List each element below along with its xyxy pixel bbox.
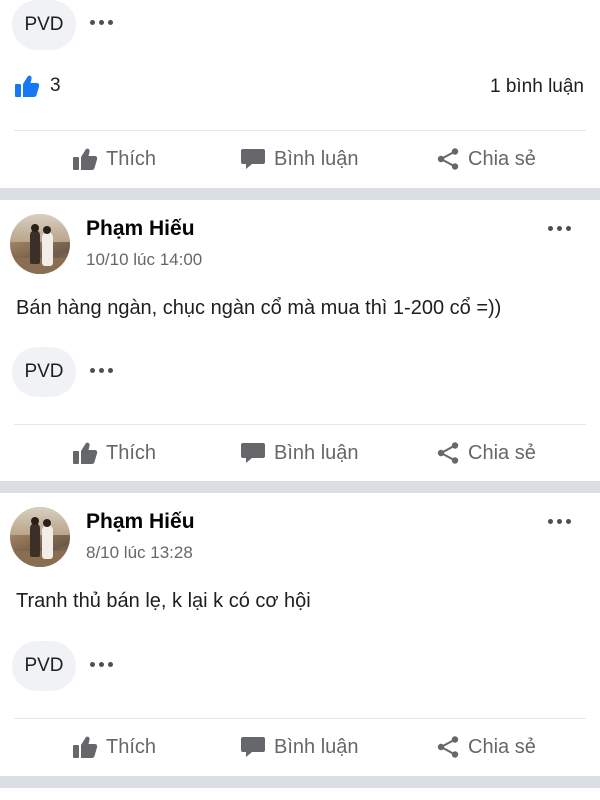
comment-icon [241,149,265,169]
share-label: Chia sẻ [468,735,536,758]
thumbs-up-icon [73,148,98,170]
like-button[interactable]: Thích [72,735,156,759]
more-options-icon[interactable] [90,20,113,25]
share-button[interactable]: Chia sẻ [436,735,536,759]
comment-count[interactable]: 1 bình luận [490,76,584,98]
comment-button[interactable]: Bình luận [240,441,359,465]
avatar[interactable] [10,507,70,567]
author-name[interactable]: Phạm Hiếu [86,510,195,534]
post-text: Bán hàng ngàn, chục ngàn cổ mà mua thì 1… [16,297,502,319]
like-button[interactable]: Thích [72,147,156,171]
reaction-chip[interactable]: PVD [12,0,76,50]
reaction-chip[interactable]: PVD [12,641,76,691]
comment-icon [241,443,265,463]
post-time[interactable]: 10/10 lúc 14:00 [86,250,202,270]
more-options-icon[interactable] [548,226,571,231]
share-button[interactable]: Chia sẻ [436,147,536,171]
share-label: Chia sẻ [468,147,536,170]
share-icon [437,148,459,170]
share-icon [437,736,459,758]
reaction-chip[interactable]: PVD [12,347,76,397]
divider [14,130,586,131]
divider [14,718,586,719]
author-name[interactable]: Phạm Hiếu [86,217,195,241]
share-label: Chia sẻ [468,441,536,464]
thumbs-up-icon [15,75,40,97]
thumbs-up-icon [73,442,98,464]
thumbs-up-icon [73,736,98,758]
post-separator [0,188,600,200]
post-time[interactable]: 8/10 lúc 13:28 [86,543,193,563]
more-options-icon[interactable] [90,368,113,373]
comment-icon [241,737,265,757]
more-options-icon[interactable] [548,519,571,524]
more-options-icon[interactable] [90,662,113,667]
share-icon [437,442,459,464]
like-label: Thích [106,147,157,170]
comment-button[interactable]: Bình luận [240,735,359,759]
comment-label: Bình luận [274,735,359,758]
post-separator [0,776,600,788]
comment-label: Bình luận [274,441,359,464]
post-text: Tranh thủ bán lẹ, k lại k có cơ hội [16,590,311,612]
like-count: 3 [50,75,61,96]
post-separator [0,481,600,493]
like-label: Thích [106,735,157,758]
avatar[interactable] [10,214,70,274]
like-label: Thích [106,441,157,464]
like-button[interactable]: Thích [72,441,156,465]
comment-button[interactable]: Bình luận [240,147,359,171]
divider [14,424,586,425]
like-summary[interactable]: 3 [14,74,61,98]
share-button[interactable]: Chia sẻ [436,441,536,465]
comment-label: Bình luận [274,147,359,170]
